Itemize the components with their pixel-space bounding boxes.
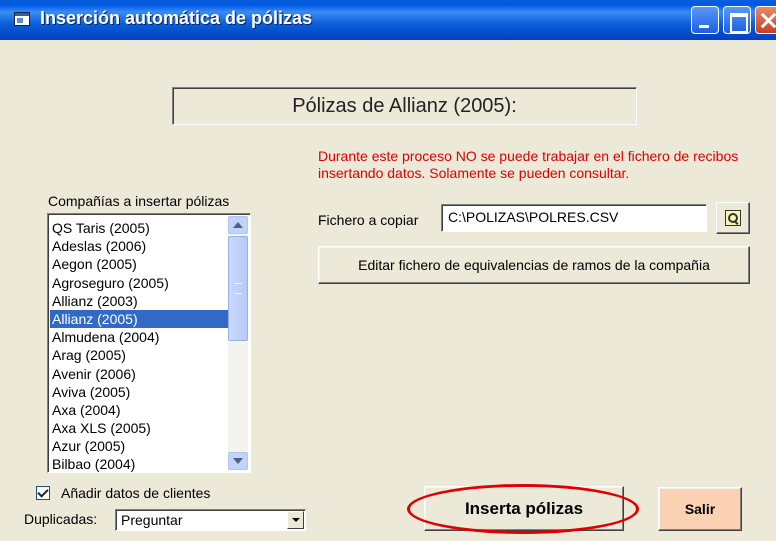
scroll-up-button[interactable]	[228, 216, 248, 234]
list-item[interactable]: Axa XLS (2005)	[50, 419, 228, 437]
warning-message: Durante este proceso NO se puede trabaja…	[318, 148, 739, 181]
list-item[interactable]: Adeslas (2006)	[50, 237, 228, 255]
window-title: Inserción automática de pólizas	[40, 8, 313, 28]
list-item[interactable]: Bilbao (2004)	[50, 455, 228, 472]
arrow-down-icon	[233, 458, 243, 464]
exit-button[interactable]: Salir	[658, 487, 742, 531]
window-icon	[14, 12, 30, 26]
file-label: Fichero a copiar	[318, 212, 419, 228]
companies-scrollbar[interactable]	[228, 216, 248, 470]
companies-listbox[interactable]: QS Taris (2005) Adeslas (2006) Aegon (2005…	[47, 213, 251, 473]
scroll-thumb[interactable]	[228, 236, 248, 341]
list-item[interactable]: Arag (2005)	[50, 346, 228, 364]
chevron-down-icon	[291, 518, 300, 522]
scroll-down-button[interactable]	[228, 452, 248, 470]
duplicates-value: Preguntar	[121, 512, 183, 528]
list-item[interactable]: Allianz (2003)	[50, 292, 228, 310]
list-item[interactable]: Allianz (2005)	[50, 309, 228, 329]
close-button[interactable]	[755, 6, 776, 34]
companies-label: Compañías a insertar pólizas	[48, 193, 230, 209]
list-item[interactable]: Avenir (2006)	[50, 365, 228, 383]
list-item[interactable]: QS Taris (2005)	[50, 219, 228, 237]
list-item[interactable]: Axa (2004)	[50, 401, 228, 419]
main-window: Inserción automática de pólizas Pólizas …	[0, 0, 776, 541]
add-clients-label: Añadir datos de clientes	[61, 485, 211, 501]
edit-equivalences-button[interactable]: Editar fichero de equivalencias de ramos…	[318, 246, 750, 284]
add-clients-checkbox[interactable]	[36, 486, 50, 500]
maximize-button[interactable]	[723, 6, 751, 34]
companies-list: QS Taris (2005) Adeslas (2006) Aegon (2005…	[50, 219, 228, 472]
minimize-button[interactable]	[691, 6, 719, 34]
duplicates-select[interactable]: Preguntar	[115, 509, 306, 531]
list-item[interactable]: Aegon (2005)	[50, 255, 228, 273]
insert-policies-button[interactable]: Inserta pólizas	[424, 486, 624, 531]
list-item[interactable]: Almudena (2004)	[50, 328, 228, 346]
title-bar[interactable]: Inserción automática de pólizas	[0, 0, 776, 40]
browse-icon	[725, 210, 741, 226]
arrow-up-icon	[233, 222, 243, 228]
duplicates-label: Duplicadas:	[24, 511, 98, 527]
list-item[interactable]: Azur (2005)	[50, 437, 228, 455]
page-title: Pólizas de Allianz (2005):	[172, 87, 637, 125]
file-path-input[interactable]: C:\POLIZAS\POLRES.CSV	[441, 204, 707, 232]
browse-file-button[interactable]	[716, 202, 750, 234]
list-item[interactable]: Agroseguro (2005)	[50, 274, 228, 292]
list-item[interactable]: Aviva (2005)	[50, 383, 228, 401]
duplicates-dropdown-button[interactable]	[287, 511, 304, 529]
